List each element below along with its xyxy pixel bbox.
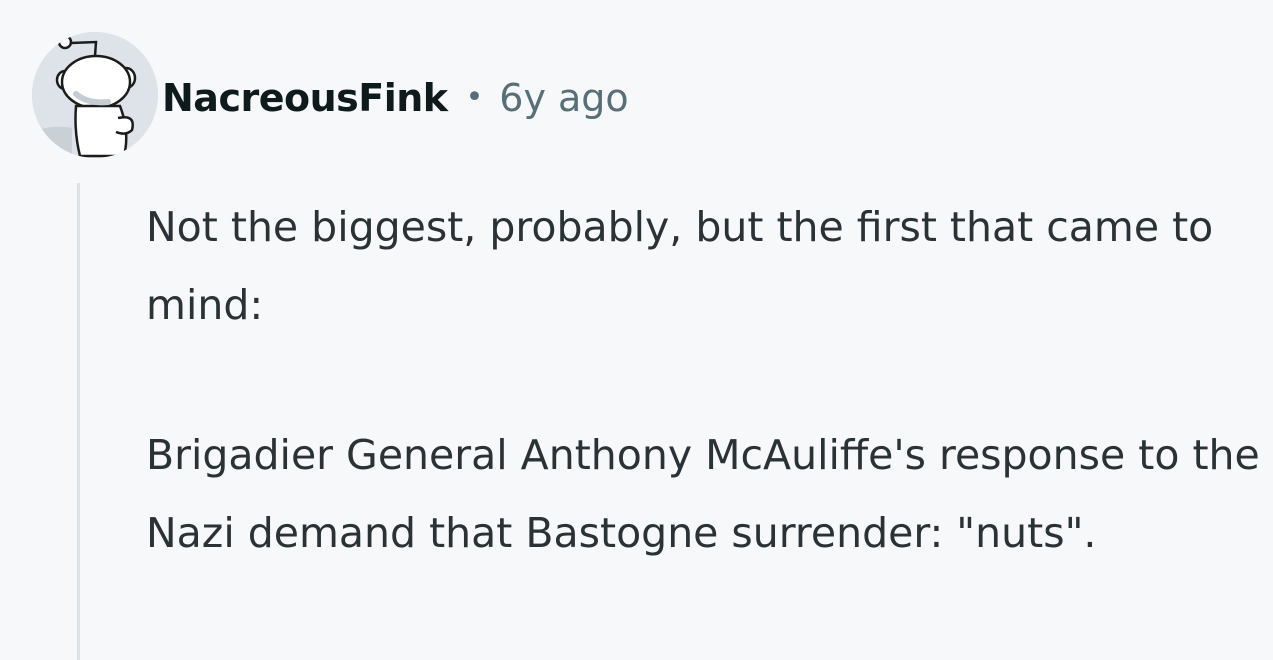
meta-separator: • (465, 80, 484, 115)
comment-header: NacreousFink • 6y ago (162, 70, 629, 126)
comment-paragraph: Brigadier General Anthony McAuliffe's re… (146, 431, 1260, 557)
comment-paragraph: Not the biggest, probably, but the first… (146, 203, 1214, 329)
comment-body: Not the biggest, probably, but the first… (146, 188, 1261, 572)
username-link[interactable]: NacreousFink (162, 76, 448, 120)
comment-timestamp[interactable]: 6y ago (499, 76, 628, 120)
snoo-avatar-icon[interactable] (32, 32, 158, 158)
comment: NacreousFink • 6y ago Not the biggest, p… (0, 0, 1273, 660)
thread-line[interactable] (77, 183, 80, 660)
